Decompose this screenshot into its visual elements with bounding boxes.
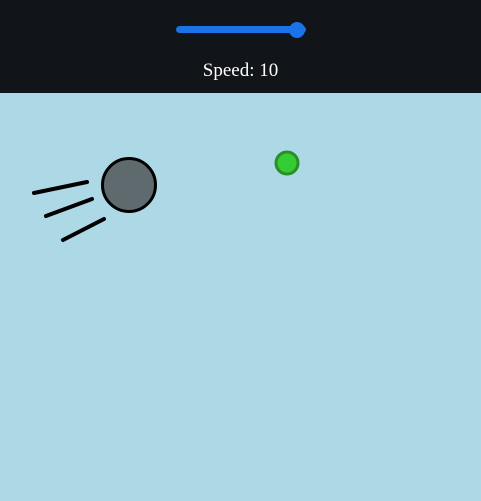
motion-line-top bbox=[32, 180, 89, 195]
control-bar: Speed: 10 bbox=[0, 0, 481, 93]
ball bbox=[101, 157, 157, 213]
speed-slider-thumb[interactable] bbox=[289, 22, 305, 38]
motion-line-middle bbox=[44, 197, 94, 218]
play-area[interactable] bbox=[0, 93, 481, 501]
speed-slider-track[interactable] bbox=[176, 26, 306, 33]
target-dot bbox=[274, 150, 300, 176]
play-area-canvas bbox=[32, 150, 300, 242]
speed-readout: Speed: 10 bbox=[202, 60, 279, 81]
speed-slider[interactable] bbox=[176, 21, 306, 39]
motion-line-bottom bbox=[61, 217, 106, 242]
speed-slider-fill bbox=[176, 26, 306, 33]
